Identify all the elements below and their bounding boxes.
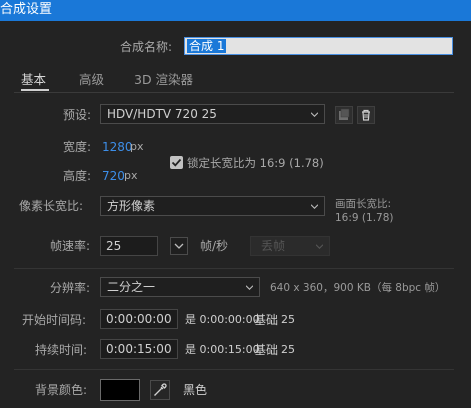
comp-name-value: 合成 1	[187, 39, 227, 53]
tab-divider	[14, 92, 454, 93]
chevron-down-icon	[174, 243, 184, 249]
comp-name-input[interactable]: 合成 1	[184, 37, 453, 55]
resolution-info: 640 x 360，900 KB（每 8bpc 帧）	[270, 282, 446, 294]
duration-info: 是 0:00:15:00	[185, 343, 260, 356]
width-label: 宽度:	[63, 140, 92, 154]
duration-base-value: 25	[281, 343, 295, 356]
frame-aspect-value: 16:9 (1.78)	[335, 212, 394, 224]
section-divider	[14, 268, 454, 269]
eyedropper-icon	[153, 383, 167, 397]
start-timecode-value: 0:00:00:00	[106, 312, 172, 326]
resolution-dropdown[interactable]: 二分之一	[100, 277, 260, 297]
start-timecode-base-label: 基础	[254, 313, 279, 327]
title-bar: 合成设置	[0, 0, 471, 21]
tab-3d-renderer[interactable]: 3D 渲染器	[134, 72, 193, 88]
width-unit: px	[130, 140, 144, 153]
height-label: 高度:	[63, 169, 92, 183]
tab-advanced[interactable]: 高级	[79, 72, 104, 88]
drop-frame-dropdown: 丢帧	[250, 236, 330, 256]
trash-icon	[362, 109, 370, 121]
start-timecode-base-value: 25	[281, 313, 295, 326]
resolution-value: 二分之一	[107, 280, 156, 294]
active-tab-indicator	[21, 89, 49, 91]
background-color-swatch[interactable]	[100, 379, 140, 401]
chevron-down-icon	[246, 285, 253, 291]
lock-aspect-label: 锁定长宽比为 16:9 (1.78)	[187, 156, 324, 170]
window-title: 合成设置	[0, 2, 53, 17]
duration-base-label: 基础	[254, 343, 279, 357]
duration-label: 持续时间:	[35, 343, 88, 357]
save-preset-button[interactable]	[335, 106, 353, 124]
tab-basic[interactable]: 基本	[21, 72, 46, 88]
frame-rate-menu-button[interactable]	[170, 237, 188, 255]
height-value[interactable]: 720	[102, 168, 125, 184]
resolution-label: 分辨率:	[50, 281, 91, 295]
delete-preset-button[interactable]	[357, 106, 375, 124]
pixel-aspect-dropdown[interactable]: 方形像素	[100, 196, 325, 216]
preset-value: HDV/HDTV 720 25	[107, 107, 217, 121]
preset-label: 预设:	[63, 108, 92, 122]
start-timecode-label: 开始时间码:	[22, 313, 87, 327]
background-color-label: 背景颜色:	[35, 383, 88, 397]
height-unit: px	[124, 169, 138, 182]
eyedropper-button[interactable]	[150, 380, 170, 400]
save-preset-icon	[339, 108, 350, 120]
frame-rate-value: 25	[106, 239, 122, 253]
chevron-down-icon	[311, 112, 318, 118]
lock-aspect-checkbox[interactable]	[170, 156, 183, 169]
start-timecode-info: 是 0:00:00:00	[185, 313, 260, 326]
frame-rate-input[interactable]: 25	[100, 236, 158, 256]
width-value[interactable]: 1280	[102, 139, 133, 155]
background-color-name: 黑色	[183, 383, 208, 397]
pixel-aspect-value: 方形像素	[107, 199, 156, 213]
start-timecode-input[interactable]: 0:00:00:00	[100, 309, 178, 329]
preset-dropdown[interactable]: HDV/HDTV 720 25	[100, 104, 325, 124]
frame-aspect-label: 画面长宽比:	[335, 198, 392, 210]
section-divider	[14, 369, 454, 370]
frame-rate-unit: 帧/秒	[200, 239, 229, 253]
duration-value: 0:00:15:00	[106, 342, 172, 356]
frame-rate-label: 帧速率:	[50, 239, 91, 253]
chevron-down-icon	[316, 244, 323, 250]
chevron-down-icon	[311, 204, 318, 210]
pixel-aspect-label: 像素长宽比:	[19, 199, 84, 213]
comp-name-label: 合成名称:	[120, 40, 173, 54]
drop-frame-value: 丢帧	[261, 239, 286, 253]
checkmark-icon	[171, 158, 182, 167]
duration-input[interactable]: 0:00:15:00	[100, 339, 178, 359]
